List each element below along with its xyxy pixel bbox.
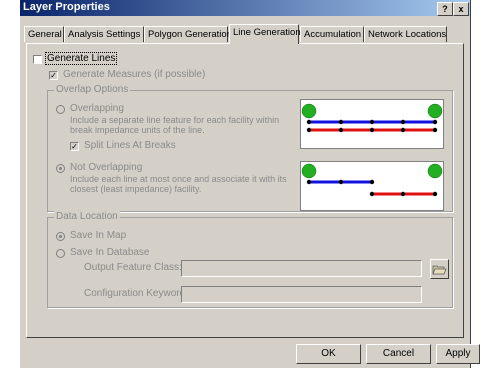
- overlapping-radio[interactable]: [56, 105, 65, 114]
- split-lines-checkbox[interactable]: ✓: [70, 142, 79, 151]
- save-in-map-label[interactable]: Save In Map: [70, 230, 126, 241]
- open-folder-icon: [432, 265, 447, 275]
- output-feature-class-label: Output Feature Class:: [84, 262, 182, 273]
- facility-left-icon: [301, 103, 317, 119]
- save-in-database-label[interactable]: Save In Database: [70, 247, 150, 258]
- facility-right-icon: [427, 103, 443, 119]
- apply-button[interactable]: Apply: [436, 344, 480, 364]
- tab-panel: Generate Lines ✓ Generate Measures (if p…: [26, 43, 464, 338]
- layer-properties-dialog: Layer Properties ? x General Analysis Se…: [20, 0, 480, 368]
- window-title: Layer Properties: [23, 1, 110, 13]
- save-in-database-radio[interactable]: [56, 249, 65, 258]
- tab-analysis-settings[interactable]: Analysis Settings: [64, 26, 144, 42]
- data-location-group: Data Location Save In Map Save In Databa…: [47, 211, 453, 308]
- facility-left-icon: [301, 163, 317, 179]
- not-overlapping-radio[interactable]: [56, 164, 65, 173]
- overlapping-diagram: [300, 99, 444, 149]
- ok-button[interactable]: OK: [296, 344, 361, 364]
- generate-lines-checkbox[interactable]: [33, 55, 42, 64]
- save-in-map-radio[interactable]: [56, 232, 65, 241]
- overlapping-label[interactable]: Overlapping: [70, 103, 124, 114]
- overlapping-description-2: break impedance units of the line.: [70, 125, 205, 135]
- not-overlapping-description-2: closest (least impedance) facility.: [70, 184, 202, 194]
- tab-network-locations[interactable]: Network Locations: [364, 26, 447, 42]
- overlap-options-group: Overlap Options Overlapping Include a se…: [47, 84, 453, 212]
- not-overlapping-label[interactable]: Not Overlapping: [70, 162, 142, 173]
- generate-measures-checkbox[interactable]: ✓: [49, 71, 58, 80]
- close-button[interactable]: x: [453, 2, 469, 16]
- generate-lines-label[interactable]: Generate Lines: [44, 52, 118, 65]
- tab-accumulation[interactable]: Accumulation: [300, 26, 364, 42]
- title-bar: Layer Properties ? x: [20, 0, 470, 16]
- overlapping-description-1: Include a separate line feature for each…: [70, 115, 280, 125]
- not-overlapping-description-1: Include each line at most once and assoc…: [70, 174, 287, 184]
- cancel-button[interactable]: Cancel: [366, 344, 431, 364]
- tab-general[interactable]: General: [24, 26, 64, 42]
- tab-line-generation[interactable]: Line Generation: [229, 24, 301, 44]
- tab-polygon-generation[interactable]: Polygon Generation: [144, 26, 232, 42]
- output-feature-class-field[interactable]: [181, 260, 422, 277]
- configuration-keyword-field[interactable]: [181, 286, 422, 303]
- data-location-title: Data Location: [54, 211, 120, 222]
- configuration-keyword-label: Configuration Keyword: [84, 288, 186, 299]
- overlap-options-title: Overlap Options: [54, 84, 131, 95]
- help-button[interactable]: ?: [437, 2, 453, 16]
- split-lines-label[interactable]: Split Lines At Breaks: [84, 140, 176, 151]
- generate-measures-label[interactable]: Generate Measures (if possible): [63, 69, 205, 80]
- not-overlapping-diagram: [300, 161, 444, 211]
- browse-folder-button[interactable]: [430, 259, 449, 279]
- facility-right-icon: [427, 163, 443, 179]
